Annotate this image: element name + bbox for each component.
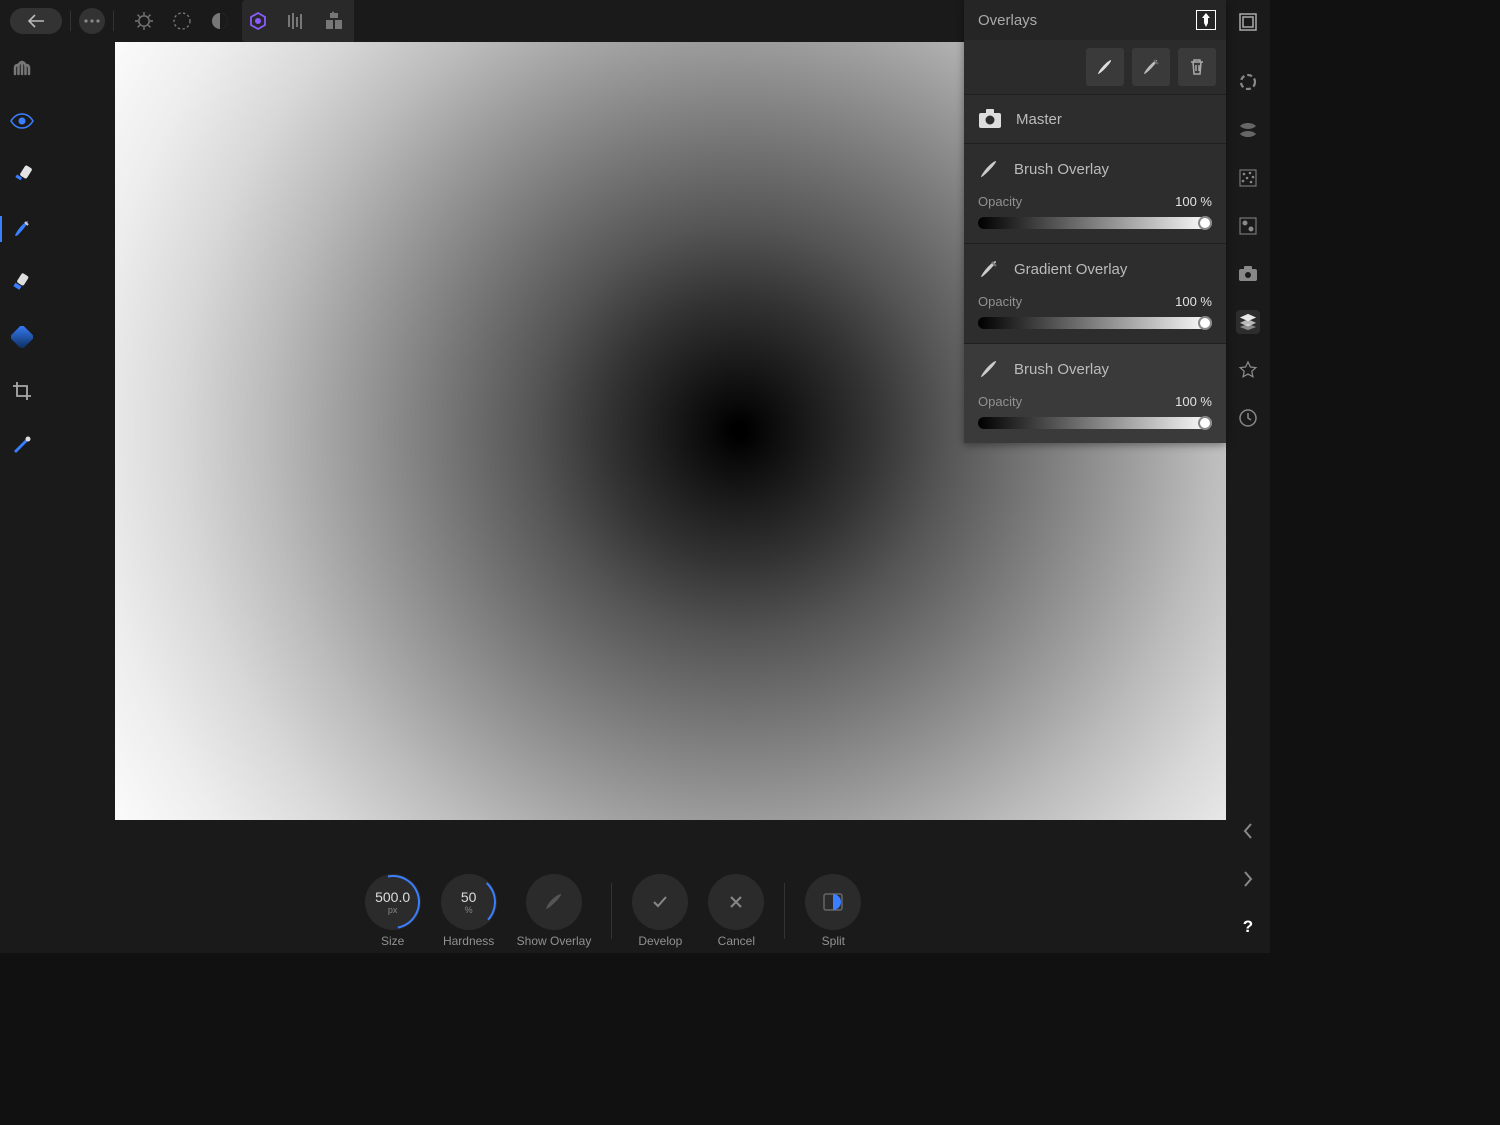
histogram-panel-icon[interactable] [1236,70,1260,94]
blemish-tool-icon[interactable] [7,160,37,190]
opacity-value: 100 % [1175,394,1212,409]
view-tool-icon[interactable] [7,52,37,82]
tools-persona-icon[interactable] [284,9,308,33]
size-value: 500.0 [375,889,410,905]
white-balance-tool-icon[interactable] [7,430,37,460]
show-overlay-button[interactable] [526,874,582,930]
overlay-name: Brush Overlay [1014,361,1109,378]
overlays-panel: Overlays Master Brush Overlay Opacity 100… [964,0,1226,443]
show-overlay-label: Show Overlay [517,934,592,948]
toggle-ui-icon[interactable] [1236,10,1260,34]
overlay-erase-tool-icon[interactable] [7,268,37,298]
help-icon[interactable]: ? [1236,915,1260,939]
back-button[interactable] [10,8,62,34]
overlay-gradient-tool-icon[interactable] [7,322,37,352]
develop-label: Develop [638,934,682,948]
prev-icon[interactable] [1236,819,1260,843]
split-button[interactable] [805,874,861,930]
tonemap-persona-icon[interactable] [246,9,270,33]
channels-panel-icon[interactable] [1236,214,1260,238]
brush-overlay-icon [978,358,1000,380]
export-persona-icon[interactable] [322,9,346,33]
hardness-value: 50 [461,889,477,905]
camera-icon [978,109,1002,129]
overlay-paint-tool-icon[interactable] [7,214,37,244]
opacity-slider[interactable] [978,417,1212,429]
redeye-tool-icon[interactable] [7,106,37,136]
crop-tool-icon[interactable] [7,376,37,406]
delete-overlay-button[interactable] [1178,48,1216,86]
document-menu-button[interactable] [79,8,105,34]
hardness-dial[interactable]: 50 % [441,874,497,930]
split-label: Split [822,934,845,948]
overlays-panel-icon[interactable] [1236,310,1260,334]
size-unit: px [388,905,398,915]
separator [611,883,612,939]
size-label: Size [381,934,404,948]
opacity-slider[interactable] [978,317,1212,329]
opacity-value: 100 % [1175,294,1212,309]
develop-button[interactable] [632,874,688,930]
develop-persona-icon[interactable] [208,9,232,33]
separator [784,883,785,939]
opacity-value: 100 % [1175,194,1212,209]
add-brush-overlay-button[interactable] [1086,48,1124,86]
opacity-label: Opacity [978,294,1022,309]
metadata-panel-icon[interactable] [1236,262,1260,286]
opacity-label: Opacity [978,194,1022,209]
overlay-master-label: Master [1016,111,1062,128]
cancel-label: Cancel [718,934,755,948]
cancel-button[interactable] [708,874,764,930]
separator [70,11,71,31]
next-icon[interactable] [1236,867,1260,891]
history-panel-icon[interactable] [1236,406,1260,430]
gradient-overlay-icon [978,258,1000,280]
photo-persona-icon[interactable] [132,9,156,33]
opacity-label: Opacity [978,394,1022,409]
pin-icon[interactable] [1196,10,1216,30]
brush-overlay-icon [978,158,1000,180]
hardness-label: Hardness [443,934,494,948]
liquify-persona-icon[interactable] [170,9,194,33]
overlay-master-row[interactable]: Master [964,94,1226,143]
focus-panel-icon[interactable] [1236,358,1260,382]
lens-panel-icon[interactable] [1236,118,1260,142]
add-gradient-overlay-button[interactable] [1132,48,1170,86]
overlay-row[interactable]: Gradient Overlay Opacity 100 % [964,243,1226,343]
overlay-name: Gradient Overlay [1014,261,1127,278]
size-dial[interactable]: 500.0 px [365,874,421,930]
opacity-slider[interactable] [978,217,1212,229]
overlay-row[interactable]: Brush Overlay Opacity 100 % [964,343,1226,443]
overlay-row[interactable]: Brush Overlay Opacity 100 % [964,143,1226,243]
noise-panel-icon[interactable] [1236,166,1260,190]
overlays-title: Overlays [978,12,1037,29]
separator [113,11,114,31]
hardness-unit: % [465,905,473,915]
overlay-name: Brush Overlay [1014,161,1109,178]
